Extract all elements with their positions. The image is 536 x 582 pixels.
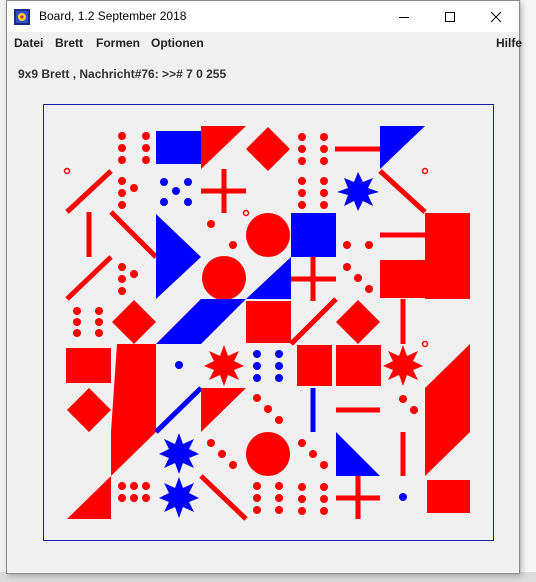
dot xyxy=(343,263,351,271)
dots-group xyxy=(118,482,150,502)
dot xyxy=(399,395,407,403)
background-window-right xyxy=(521,0,536,582)
small-ring xyxy=(421,340,429,348)
dot xyxy=(229,461,237,469)
dot xyxy=(354,274,362,282)
dot xyxy=(320,461,328,469)
menu-bar: Datei Brett Formen Optionen Hilfe xyxy=(7,32,522,53)
dots-group xyxy=(160,178,192,206)
maximize-icon xyxy=(445,11,455,22)
menu-hilfe[interactable]: Hilfe xyxy=(496,36,522,50)
red-bar xyxy=(378,169,427,214)
dot xyxy=(207,439,215,447)
red-star xyxy=(383,345,423,386)
dots-group xyxy=(118,177,138,209)
red-rectangle xyxy=(425,213,470,299)
dot xyxy=(410,406,418,414)
red-triangle xyxy=(201,126,246,169)
red-cross xyxy=(336,476,380,519)
board-canvas[interactable] xyxy=(44,105,493,540)
minimize-button[interactable] xyxy=(381,1,427,32)
red-square xyxy=(297,345,332,386)
blue-dot xyxy=(175,361,183,369)
dots-group xyxy=(118,132,150,164)
red-bar xyxy=(109,210,158,259)
minimize-icon xyxy=(399,16,409,18)
red-diamond xyxy=(112,300,156,344)
blue-square xyxy=(291,213,336,257)
red-rectangle xyxy=(66,348,111,383)
blue-star xyxy=(159,433,199,474)
close-icon xyxy=(490,11,502,22)
app-icon xyxy=(14,9,30,25)
dots-group xyxy=(118,263,138,295)
red-circle xyxy=(246,432,290,476)
red-bar xyxy=(199,474,248,521)
status-message: 9x9 Brett , Nachricht#76: >># 7 0 255 xyxy=(18,67,227,81)
dot xyxy=(275,416,283,424)
dot xyxy=(229,241,237,249)
blue-bar xyxy=(154,386,203,434)
blue-parallelogram xyxy=(156,299,246,344)
dot xyxy=(343,241,351,249)
red-circle xyxy=(202,256,246,300)
red-diamond xyxy=(67,388,111,432)
red-diamond xyxy=(336,300,380,344)
red-bar xyxy=(65,169,113,214)
blue-dot xyxy=(399,493,407,501)
blue-triangle xyxy=(380,126,425,169)
red-rectangle xyxy=(380,260,425,298)
dots-group xyxy=(298,483,328,515)
dot xyxy=(253,394,261,402)
dots-group xyxy=(253,482,283,514)
blue-triangle xyxy=(336,432,380,476)
red-star xyxy=(204,345,244,386)
dot xyxy=(365,285,373,293)
maximize-button[interactable] xyxy=(427,1,473,32)
red-triangle xyxy=(201,388,246,432)
blue-star xyxy=(159,477,199,518)
dot xyxy=(309,450,317,458)
menu-optionen[interactable]: Optionen xyxy=(151,36,204,50)
menu-datei[interactable]: Datei xyxy=(14,36,43,50)
blue-square xyxy=(156,131,201,164)
red-bar xyxy=(65,255,113,301)
red-diamond xyxy=(246,127,290,171)
red-square xyxy=(336,345,381,386)
red-l-shape xyxy=(111,344,156,476)
menu-formen[interactable]: Formen xyxy=(96,36,140,50)
small-ring xyxy=(242,209,250,217)
window-title: Board, 1.2 September 2018 xyxy=(39,9,187,23)
close-button[interactable] xyxy=(473,1,519,32)
board-frame[interactable] xyxy=(43,104,494,541)
small-ring xyxy=(421,167,429,175)
red-triangle xyxy=(67,476,111,519)
red-rectangle xyxy=(427,480,470,513)
dot xyxy=(298,439,306,447)
dots-group xyxy=(298,133,328,165)
blue-triangle xyxy=(156,214,201,299)
dot xyxy=(264,405,272,413)
dots-group xyxy=(298,177,328,209)
menu-brett[interactable]: Brett xyxy=(55,36,83,50)
red-circle xyxy=(246,213,290,257)
small-ring xyxy=(63,167,71,175)
red-parallelogram xyxy=(425,344,470,476)
red-bar xyxy=(289,297,338,346)
red-cross xyxy=(201,169,246,213)
dot xyxy=(218,450,226,458)
dots-group xyxy=(253,350,283,382)
board-window: Board, 1.2 September 2018 Datei Brett Fo… xyxy=(6,0,522,574)
dots-group xyxy=(73,307,103,337)
red-cross xyxy=(291,257,336,301)
blue-star xyxy=(337,172,379,211)
blue-triangle xyxy=(246,257,291,299)
dot xyxy=(365,241,373,249)
title-bar[interactable]: Board, 1.2 September 2018 xyxy=(7,1,519,32)
dot xyxy=(207,220,215,228)
red-square xyxy=(246,301,291,343)
